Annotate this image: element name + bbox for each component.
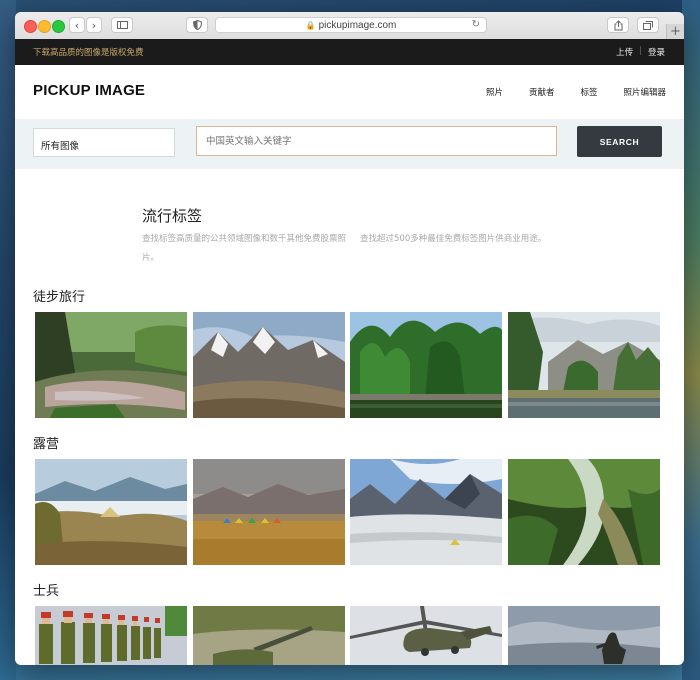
share-button[interactable] — [607, 17, 629, 33]
nav-item-tags[interactable]: 标签 — [580, 86, 597, 98]
browser-window: ‹ › 🔒 pickupimage.com ↻ + 下载高品质的图像是版权免费 … — [15, 12, 684, 665]
nav-item-photo-editor[interactable]: 照片编辑器 — [623, 86, 666, 98]
photo-row-camping — [35, 459, 660, 565]
nav-item-contributors[interactable]: 贡献者 — [529, 86, 555, 98]
popular-tags-description-right: 查找超过500多种最佳免费标签图片供商业用途。 — [360, 234, 547, 244]
desktop-wallpaper-left — [0, 0, 16, 680]
desert-tents-photo[interactable] — [193, 459, 345, 565]
search-bar: 所有图像 SEARCH — [15, 119, 684, 169]
reload-icon[interactable]: ↻ — [472, 19, 480, 30]
jungle-trail-photo[interactable] — [508, 459, 660, 565]
helicopter-photo[interactable] — [350, 606, 502, 665]
sidebar-icon — [116, 21, 128, 29]
site-header: PICKUP IMAGE 照片 贡献者 标签 照片编辑器 — [15, 65, 684, 119]
shield-icon — [192, 20, 202, 30]
back-button[interactable]: ‹ — [69, 17, 85, 33]
top-promo-bar: 下载高品质的图像是版权免费 上传 | 登录 — [15, 39, 684, 65]
chevron-left-icon: ‹ — [74, 18, 80, 32]
chevron-right-icon: › — [91, 18, 97, 32]
river-forest-photo[interactable] — [35, 312, 187, 418]
new-tab-button[interactable]: + — [666, 24, 684, 39]
desktop-wallpaper-right — [682, 0, 700, 680]
lock-icon: 🔒 — [305, 20, 316, 30]
photo-row-soldiers — [35, 606, 660, 665]
link-divider: | — [639, 46, 642, 56]
glacier-camp-photo[interactable] — [350, 459, 502, 565]
account-links: 上传 | 登录 — [616, 46, 665, 58]
forward-button[interactable]: › — [86, 17, 102, 33]
section-title-soldiers: 士兵 — [33, 584, 60, 599]
field-artillery-photo[interactable] — [193, 606, 345, 665]
search-button[interactable]: SEARCH — [577, 126, 662, 157]
photo-row-hiking — [35, 312, 660, 418]
browser-titlebar: ‹ › 🔒 pickupimage.com ↻ + — [15, 12, 684, 40]
forest-lake-photo[interactable] — [350, 312, 502, 418]
close-window-button[interactable] — [24, 20, 37, 33]
soldier-silhouette-photo[interactable] — [508, 606, 660, 665]
section-title-hiking: 徒步旅行 — [33, 290, 86, 305]
main-nav: 照片 贡献者 标签 照片编辑器 — [486, 86, 666, 98]
section-title-camping: 露营 — [33, 437, 60, 452]
upload-link[interactable]: 上传 — [616, 46, 633, 58]
nav-item-photos[interactable]: 照片 — [486, 86, 503, 98]
tabs-icon — [643, 20, 653, 30]
honor-guard-photo[interactable] — [35, 606, 187, 665]
sidebar-toggle-button[interactable] — [111, 17, 133, 33]
zoom-window-button[interactable] — [52, 20, 65, 33]
valley-lake-photo[interactable] — [508, 312, 660, 418]
login-link[interactable]: 登录 — [648, 46, 665, 58]
popular-tags-description-left: 查找标签高质量的公共领域图像和数千其他免费股票照片。 — [142, 234, 347, 263]
snowy-mountain-photo[interactable] — [193, 312, 345, 418]
popular-tags-title: 流行标签 — [142, 207, 203, 225]
image-type-select[interactable]: 所有图像 — [33, 128, 175, 157]
search-input[interactable] — [196, 126, 557, 156]
privacy-report-button[interactable] — [186, 17, 208, 33]
hill-tent-photo[interactable] — [35, 459, 187, 565]
promo-text: 下载高品质的图像是版权免费 — [33, 48, 144, 58]
share-icon — [614, 19, 622, 30]
minimize-window-button[interactable] — [38, 20, 51, 33]
tab-overview-button[interactable] — [637, 17, 659, 33]
site-logo[interactable]: PICKUP IMAGE — [33, 82, 145, 99]
address-bar[interactable]: 🔒 pickupimage.com ↻ — [215, 17, 487, 33]
address-text: pickupimage.com — [318, 19, 397, 31]
